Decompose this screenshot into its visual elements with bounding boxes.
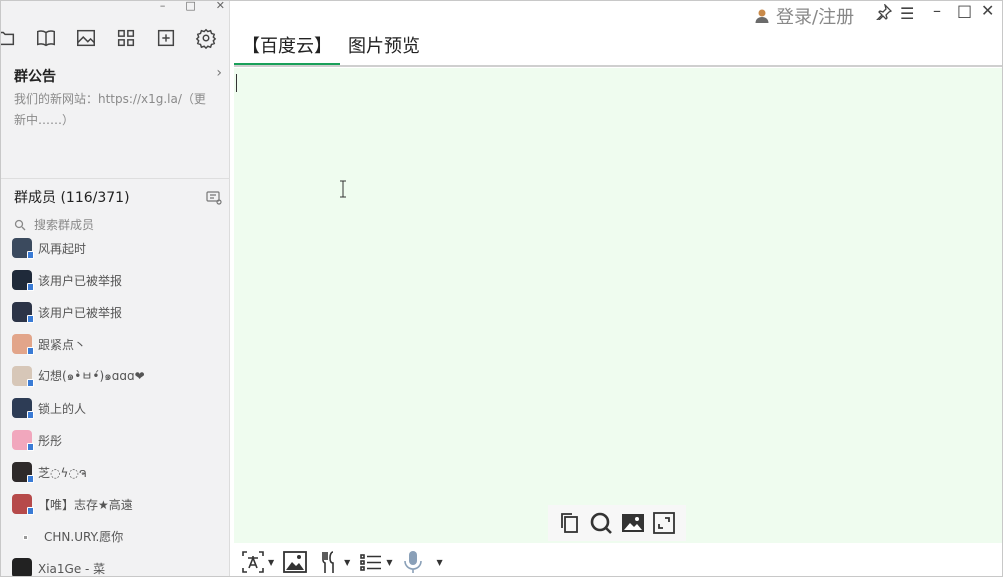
chevron-down-icon: ▼: [386, 557, 393, 567]
avatar: [12, 302, 34, 323]
group-toolbar: [1, 27, 230, 51]
text-caret: [236, 74, 237, 92]
member-name: 彤彤: [38, 433, 63, 448]
utensils-icon: [322, 551, 334, 573]
member-search[interactable]: 搜索群成员: [14, 216, 94, 233]
close-button[interactable]: ✕: [981, 1, 994, 21]
settings-gear-icon[interactable]: [195, 27, 217, 49]
list-icon: [360, 554, 382, 571]
notice-title: 群公告: [14, 69, 56, 85]
copy-icon[interactable]: [557, 510, 583, 536]
user-icon: [755, 9, 769, 23]
members-title: 群成员 (116/371): [14, 190, 130, 206]
translate-button[interactable]: ▼: [240, 549, 274, 575]
member-name: 该用户已被举报: [38, 273, 123, 288]
member-search-placeholder: 搜索群成员: [34, 218, 95, 232]
minimize-button[interactable]: –: [160, 1, 166, 13]
member-name: 【唯】志存★高遠: [38, 497, 133, 512]
tab-bar: 【百度云】 图片预览: [234, 34, 428, 66]
tab-baiduyun[interactable]: 【百度云】: [234, 34, 340, 66]
image-icon[interactable]: [75, 27, 97, 49]
login-label: 登录/注册: [776, 7, 855, 28]
member-item[interactable]: 锁上的人: [12, 397, 86, 419]
avatar: [12, 558, 32, 576]
member-item[interactable]: 幻想(๑•̀ㅂ•́)๑ɑɑɑ❤: [12, 365, 145, 387]
member-name: 该用户已被举报: [38, 305, 123, 320]
member-item[interactable]: 【唯】志存★高遠: [12, 493, 133, 515]
notice-body: 我们的新网站：https://x1g.la/（更新中……）: [14, 92, 206, 127]
avatar: [12, 526, 32, 546]
avatar: [12, 270, 34, 291]
member-item[interactable]: Xia1Ge - 菜: [12, 557, 106, 576]
image-float-toolbar: [548, 505, 686, 541]
member-item[interactable]: 该用户已被举报: [12, 301, 122, 323]
avatar: [12, 366, 34, 387]
avatar: [12, 462, 34, 483]
member-item[interactable]: 风再起时: [12, 237, 86, 259]
left-window-controls: – □ ✕: [160, 1, 225, 13]
avatar: [12, 238, 34, 259]
member-name: 芝◌ϟ◌ຈ: [38, 465, 87, 480]
editor-window: 登录/注册 ☰ – □ ✕ 【百度云】 图片预览 ▼ ▼ ▼ ▼: [230, 1, 1002, 576]
expand-icon[interactable]: [651, 510, 677, 536]
tools-button[interactable]: ▼: [316, 549, 350, 575]
menu-icon[interactable]: ☰: [900, 4, 914, 24]
bottom-toolbar: ▼ ▼ ▼ ▼: [240, 547, 443, 576]
pin-icon[interactable]: [876, 2, 893, 24]
chevron-down-icon: ▼: [344, 557, 351, 567]
member-list: 风再起时 该用户已被举报 该用户已被举报 跟紧点丶 幻想(๑•̀ㅂ•́)๑ɑɑɑ…: [1, 233, 230, 576]
list-button[interactable]: ▼: [358, 549, 392, 575]
login-register[interactable]: 登录/注册: [754, 3, 854, 29]
group-notice[interactable]: 群公告 › 我们的新网站：https://x1g.la/（更新中……）: [1, 59, 230, 179]
maximize-button[interactable]: □: [957, 1, 972, 21]
voice-button[interactable]: ▼: [400, 549, 443, 575]
member-item[interactable]: 彤彤: [12, 429, 62, 451]
chevron-right-icon[interactable]: ›: [216, 65, 222, 81]
member-item[interactable]: 芝◌ϟ◌ຈ: [12, 461, 86, 483]
tab-divider: [234, 65, 1002, 67]
member-manage-icon[interactable]: [206, 190, 222, 205]
microphone-icon: [404, 551, 423, 573]
member-name: CHN.URY.愿你: [44, 529, 124, 544]
group-sidebar: – □ ✕ 群公告 › 我们的新网站：https://x1g.la/（更新中………: [1, 1, 230, 576]
avatar: [12, 494, 34, 515]
add-icon[interactable]: [155, 27, 177, 49]
member-name: Xia1Ge - 菜: [38, 561, 106, 576]
member-item[interactable]: 跟紧点丶: [12, 333, 86, 355]
translate-icon: [242, 551, 264, 573]
folder-icon[interactable]: [1, 27, 17, 49]
search-icon: [14, 219, 26, 230]
image-icon: [283, 551, 308, 573]
avatar: [12, 398, 34, 419]
member-name: 幻想(๑•̀ㅂ•́)๑ɑɑɑ❤: [38, 368, 145, 383]
tab-image-preview[interactable]: 图片预览: [340, 34, 428, 66]
chevron-down-icon: ▼: [436, 557, 443, 567]
apps-grid-icon[interactable]: [115, 27, 137, 49]
close-button[interactable]: ✕: [216, 1, 225, 13]
member-item[interactable]: CHN.URY.愿你: [12, 525, 123, 547]
text-editor[interactable]: [234, 68, 1002, 543]
maximize-button[interactable]: □: [185, 1, 195, 13]
ibeam-cursor-icon: [340, 180, 346, 198]
member-name: 跟紧点丶: [38, 337, 87, 352]
minimize-button[interactable]: –: [933, 1, 941, 21]
search-icon[interactable]: [588, 510, 614, 536]
member-name: 锁上的人: [38, 401, 87, 416]
member-item[interactable]: 该用户已被举报: [12, 269, 122, 291]
chevron-down-icon: ▼: [268, 557, 275, 567]
member-name: 风再起时: [38, 241, 87, 256]
avatar: [12, 430, 34, 451]
book-icon[interactable]: [35, 27, 57, 49]
insert-image-button[interactable]: [282, 549, 308, 575]
window: – □ ✕ 群公告 › 我们的新网站：https://x1g.la/（更新中………: [0, 0, 1003, 577]
image-icon[interactable]: [620, 510, 646, 536]
avatar: [12, 334, 34, 355]
